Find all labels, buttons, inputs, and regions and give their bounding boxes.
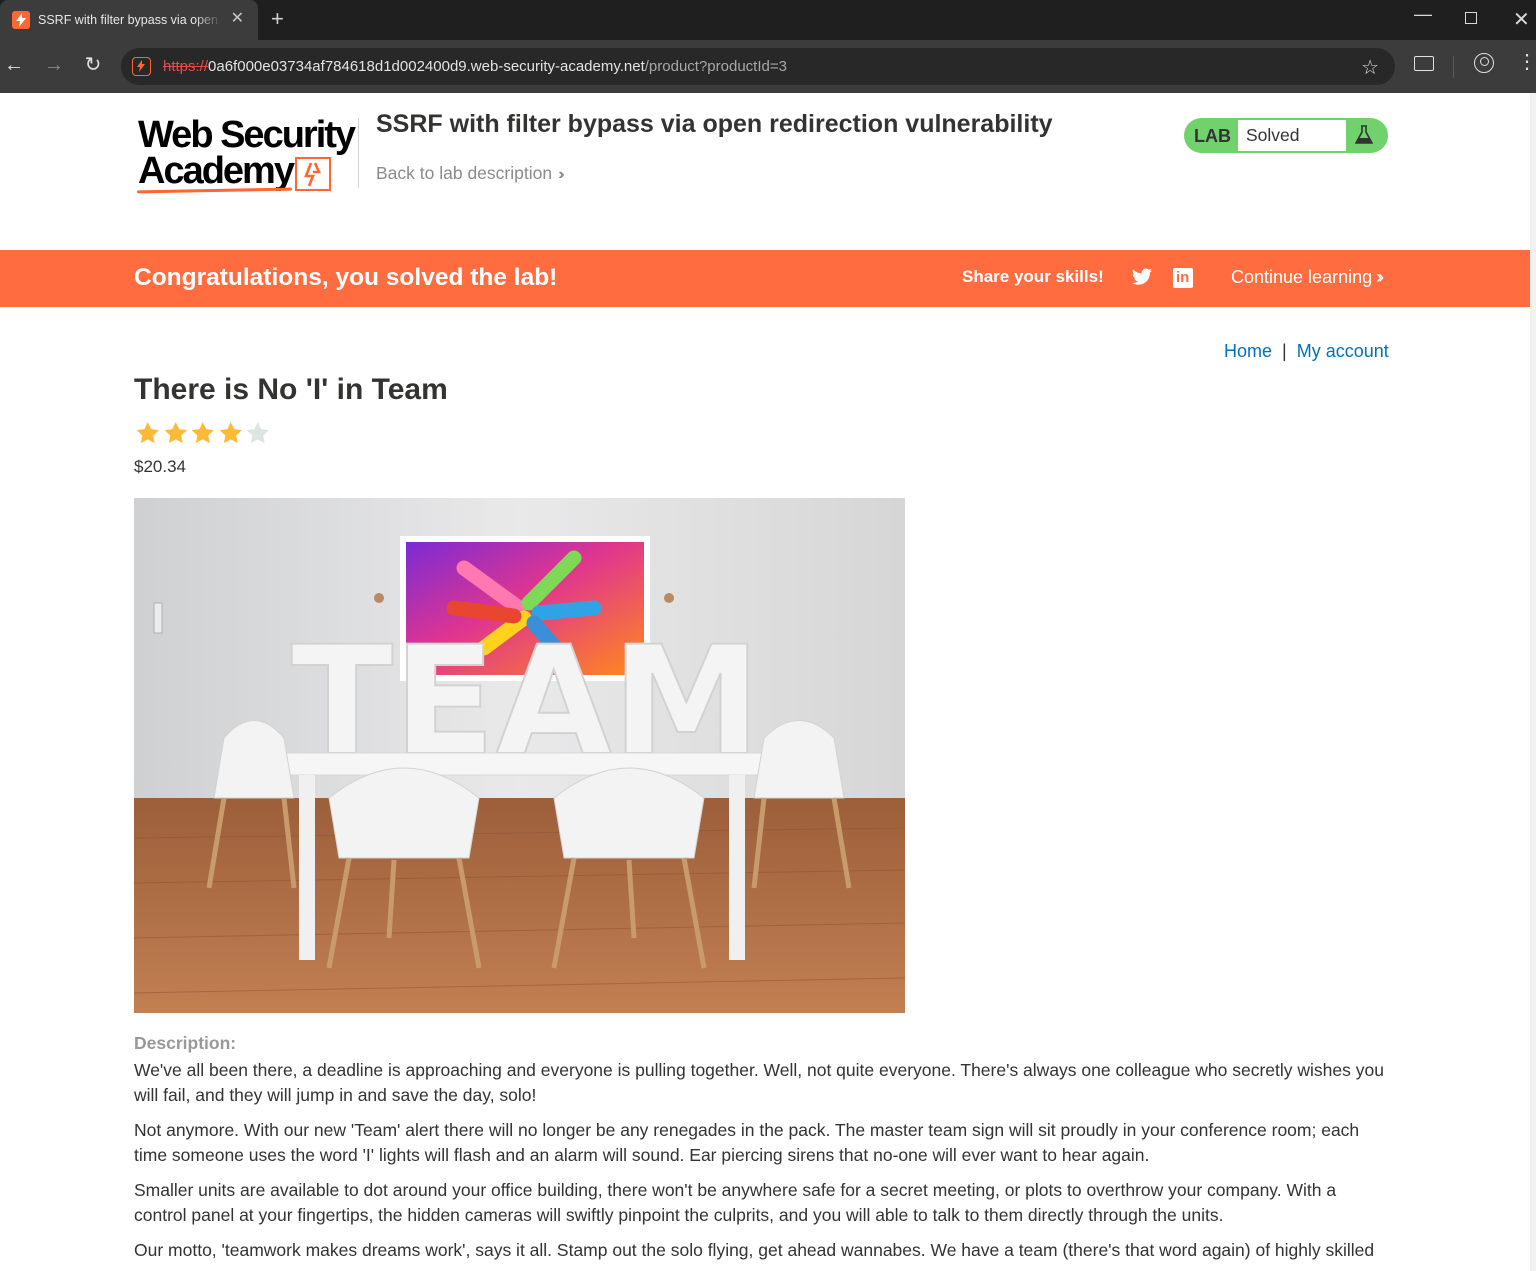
lab-label: LAB bbox=[1194, 126, 1231, 146]
product-price: $20.34 bbox=[134, 457, 186, 476]
kebab-menu-icon[interactable]: ⋮ bbox=[1517, 52, 1536, 72]
star-filled-icon bbox=[136, 421, 159, 444]
congratulations-message: Congratulations, you solved the lab! bbox=[134, 264, 558, 291]
double-chevron-right-icon: ›› bbox=[558, 166, 564, 183]
product-image: TEAM bbox=[134, 498, 905, 1013]
double-chevron-right-icon: ›› bbox=[1376, 267, 1384, 287]
star-filled-icon bbox=[164, 421, 187, 444]
linkedin-icon[interactable]: in bbox=[1173, 268, 1193, 288]
back-to-lab-description-link[interactable]: Back to lab description ›› bbox=[376, 163, 564, 184]
cast-icon[interactable] bbox=[1414, 56, 1434, 71]
minimize-icon[interactable]: — bbox=[1414, 4, 1432, 25]
product-title: There is No 'I' in Team bbox=[134, 373, 448, 406]
lab-status-badge: LAB Solved bbox=[1184, 118, 1388, 153]
product-rating bbox=[134, 420, 272, 446]
header-divider bbox=[358, 118, 359, 188]
page-scrollbar[interactable] bbox=[1530, 93, 1536, 1271]
continue-learning-link[interactable]: Continue learning ›› bbox=[1231, 267, 1384, 288]
star-empty-icon bbox=[246, 421, 269, 444]
reload-icon[interactable]: ↻ bbox=[81, 53, 105, 77]
lab-title: SSRF with filter bypass via open redirec… bbox=[376, 110, 1053, 138]
star-filled-icon bbox=[191, 421, 214, 444]
browser-toolbar: ← → ↻ https://0a6f000e03734af784618d1d00… bbox=[0, 40, 1536, 93]
site-info-icon[interactable] bbox=[132, 57, 151, 76]
new-tab-button[interactable]: + bbox=[271, 8, 284, 30]
bookmark-star-icon[interactable]: ☆ bbox=[1361, 55, 1379, 80]
home-link[interactable]: Home bbox=[1224, 341, 1272, 361]
browser-titlebar: SSRF with filter bypass via open redirec… bbox=[0, 0, 1536, 40]
lab-status: Solved bbox=[1238, 120, 1346, 151]
star-filled-icon bbox=[219, 421, 242, 444]
window-close-icon[interactable]: ✕ bbox=[1513, 7, 1530, 32]
share-skills-label: Share your skills! bbox=[962, 267, 1104, 286]
my-account-link[interactable]: My account bbox=[1297, 341, 1389, 361]
maximize-icon[interactable] bbox=[1465, 12, 1477, 24]
tab-close-icon[interactable]: ✕ bbox=[231, 11, 244, 27]
account-nav: Home | My account bbox=[1224, 341, 1389, 362]
description-paragraph: Our motto, 'teamwork makes dreams work',… bbox=[134, 1240, 1375, 1260]
url-text: https://0a6f000e03734af784618d1d002400d9… bbox=[163, 58, 787, 75]
forward-arrow-icon[interactable]: → bbox=[42, 53, 66, 77]
solved-banner: Congratulations, you solved the lab! Sha… bbox=[0, 250, 1530, 307]
description-paragraph: Not anymore. With our new 'Team' alert t… bbox=[134, 1120, 1360, 1165]
browser-tab[interactable]: SSRF with filter bypass via open redirec… bbox=[0, 0, 258, 40]
profile-icon[interactable] bbox=[1474, 53, 1494, 73]
logo-bolt-icon bbox=[295, 157, 331, 191]
twitter-icon[interactable] bbox=[1131, 268, 1153, 292]
page-content: Web Security Academy SSRF with filter by… bbox=[0, 93, 1530, 1271]
description-label: Description: bbox=[134, 1033, 237, 1053]
address-bar[interactable]: https://0a6f000e03734af784618d1d002400d9… bbox=[121, 48, 1395, 85]
nav-separator: | bbox=[1282, 341, 1287, 361]
toolbar-divider bbox=[1453, 56, 1454, 78]
description-paragraph: Smaller units are available to dot aroun… bbox=[134, 1180, 1337, 1225]
description-paragraph: We've all been there, a deadline is appr… bbox=[134, 1060, 1384, 1105]
tab-title: SSRF with filter bypass via open redirec… bbox=[38, 13, 222, 27]
back-arrow-icon[interactable]: ← bbox=[2, 53, 26, 77]
flask-icon bbox=[1354, 125, 1374, 150]
portswigger-favicon-icon bbox=[12, 11, 30, 29]
web-security-academy-logo[interactable]: Web Security Academy bbox=[135, 115, 360, 195]
